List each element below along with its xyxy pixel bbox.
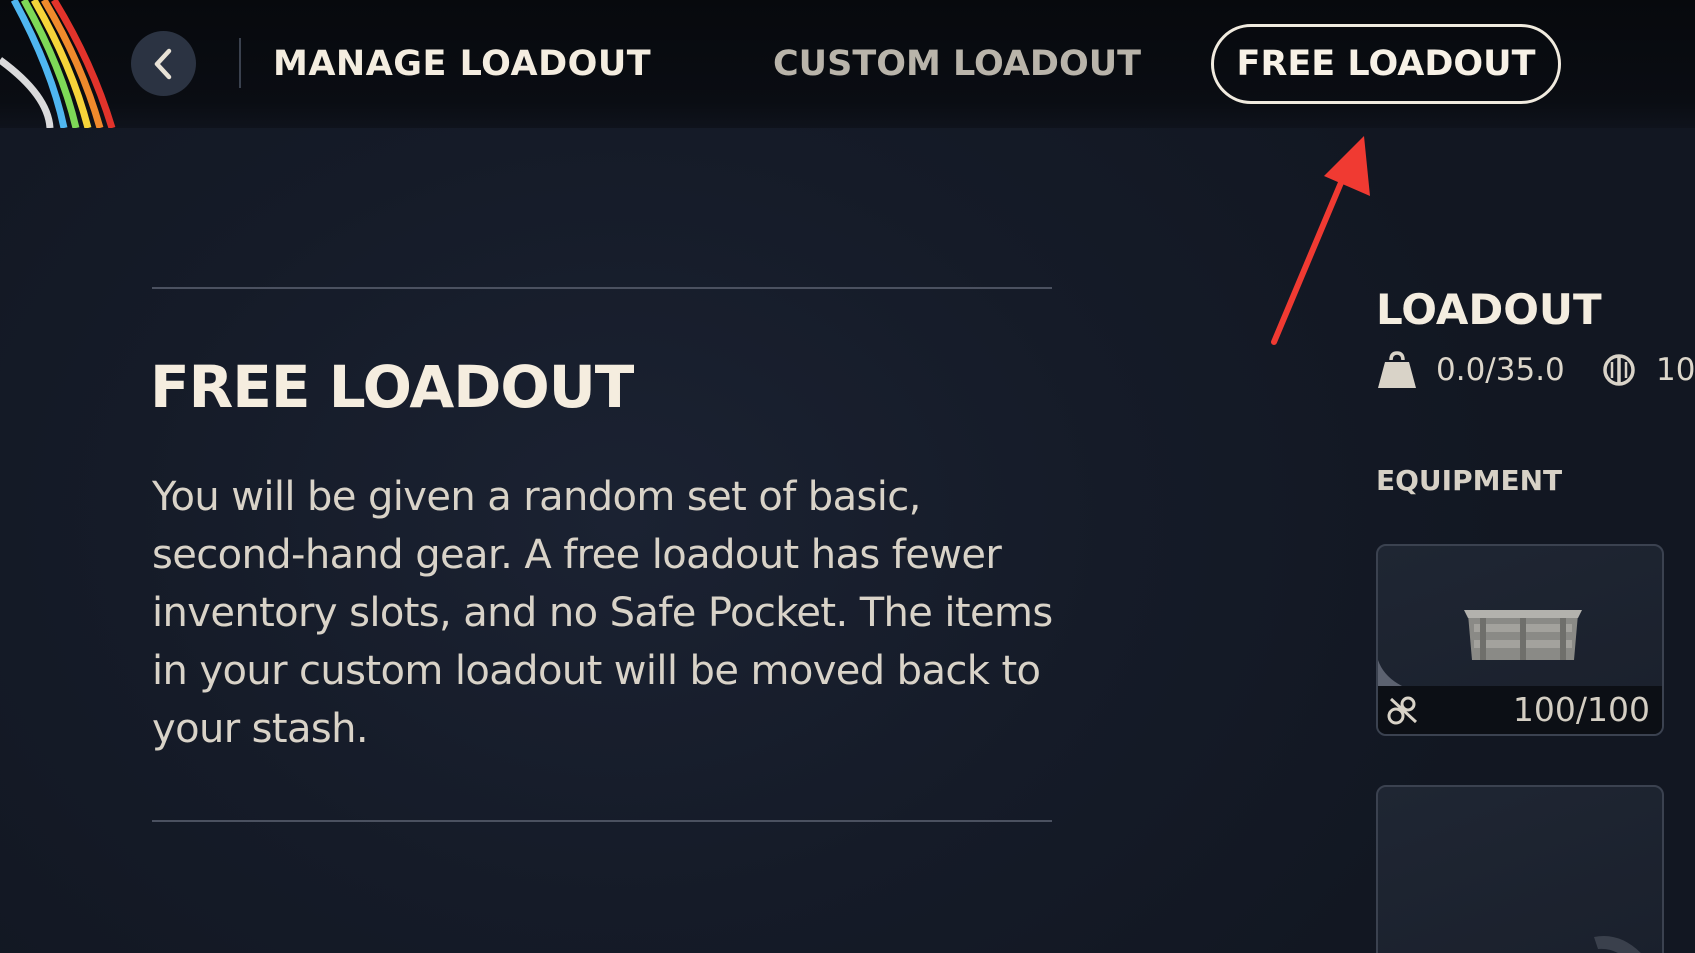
info-description: You will be given a random set of basic,… — [152, 474, 1053, 752]
game-screen: MANAGE LOADOUT CUSTOM LOADOUT FREE LOADO… — [0, 0, 1695, 953]
top-bar: MANAGE LOADOUT CUSTOM LOADOUT FREE LOADO… — [0, 0, 1695, 128]
loadout-stats: 0.0/35.0 100 — [1376, 350, 1695, 390]
weight-value: 0.0/35.0 — [1436, 352, 1565, 388]
equipment-label: EQUIPMENT — [1376, 464, 1563, 497]
back-button[interactable] — [131, 31, 196, 96]
info-divider-top — [152, 287, 1052, 289]
chevron-left-icon — [154, 48, 171, 79]
header-divider — [239, 38, 241, 88]
loadout-title: LOADOUT — [1376, 285, 1602, 334]
value-amount: 100 — [1656, 352, 1695, 388]
equipment-slot-2[interactable] — [1376, 785, 1664, 953]
slot-item-silhouette — [1594, 936, 1641, 953]
red-arrow-annotation — [1271, 136, 1370, 345]
crate-icon — [1464, 610, 1582, 660]
page-title: MANAGE LOADOUT — [273, 44, 652, 84]
durability-icon — [1387, 696, 1418, 725]
slot-corner-marker — [1378, 660, 1406, 688]
weight-bag-icon — [1378, 351, 1416, 388]
info-title: FREE LOADOUT — [150, 353, 634, 421]
equipment-slot-1[interactable]: 100/100 — [1376, 544, 1664, 736]
tab-custom-loadout[interactable]: CUSTOM LOADOUT — [773, 40, 1141, 88]
durability-value: 100/100 — [1512, 690, 1650, 729]
slot-footer: 100/100 — [1378, 686, 1662, 734]
tab-free-loadout[interactable]: FREE LOADOUT — [1211, 24, 1561, 104]
info-divider-bottom — [152, 820, 1052, 822]
rainbow-stripes-logo — [0, 0, 116, 128]
coin-icon — [1603, 354, 1635, 386]
